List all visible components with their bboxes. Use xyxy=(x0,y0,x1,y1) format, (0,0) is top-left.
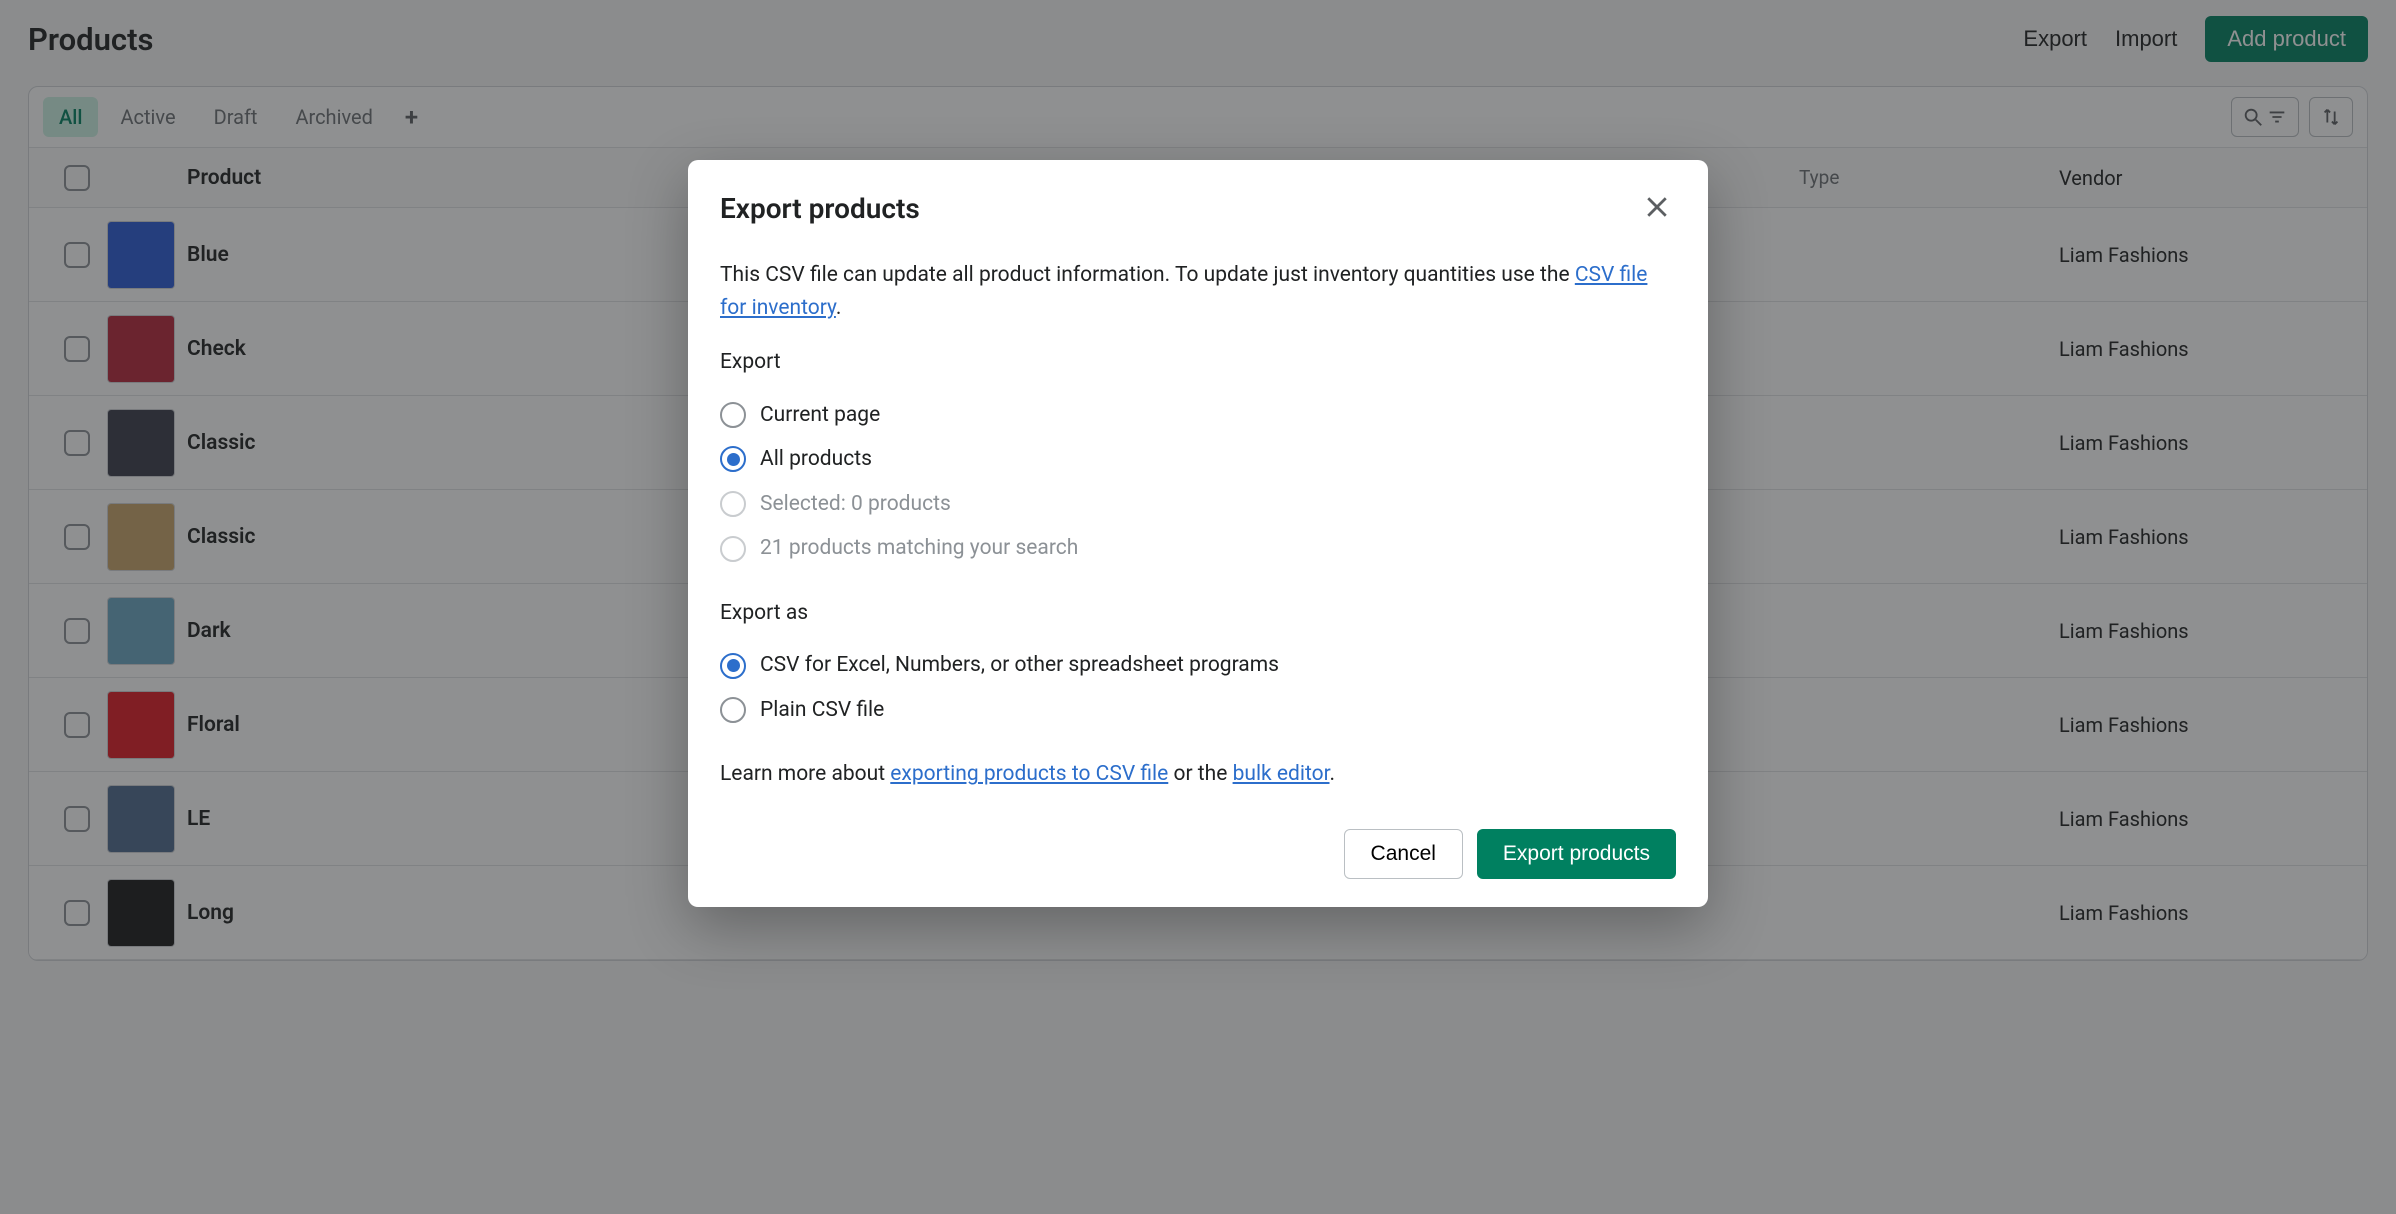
cancel-button[interactable]: Cancel xyxy=(1344,829,1463,879)
bulk-editor-link[interactable]: bulk editor xyxy=(1233,762,1330,786)
export-as-label: Export as xyxy=(720,597,1676,630)
exporting-csv-link[interactable]: exporting products to CSV file xyxy=(890,762,1168,786)
radio-label: Current page xyxy=(760,399,880,432)
export-modal: Export products This CSV file can update… xyxy=(688,160,1708,907)
modal-overlay[interactable]: Export products This CSV file can update… xyxy=(0,0,2396,1214)
radio-label: Plain CSV file xyxy=(760,694,884,727)
export-format-radios: CSV for Excel, Numbers, or other spreads… xyxy=(720,643,1676,732)
export-group-label: Export xyxy=(720,346,1676,379)
modal-close-button[interactable] xyxy=(1638,188,1676,229)
learn-more-text: Learn more about exporting products to C… xyxy=(720,758,1676,791)
radio-icon xyxy=(720,491,746,517)
radio-label: CSV for Excel, Numbers, or other spreads… xyxy=(760,649,1279,682)
radio-icon xyxy=(720,653,746,679)
radio-icon xyxy=(720,697,746,723)
modal-footer: Cancel Export products xyxy=(688,819,1708,907)
learn-text-a: Learn more about xyxy=(720,762,890,786)
modal-body: This CSV file can update all product inf… xyxy=(688,239,1708,819)
intro-text-b: . xyxy=(836,296,842,320)
learn-text-b: . xyxy=(1330,762,1336,786)
modal-header: Export products xyxy=(688,160,1708,239)
radio-all-products[interactable]: All products xyxy=(720,437,1676,482)
radio-csv-excel[interactable]: CSV for Excel, Numbers, or other spreads… xyxy=(720,643,1676,688)
modal-intro-text: This CSV file can update all product inf… xyxy=(720,259,1676,324)
modal-title: Export products xyxy=(720,192,1638,225)
radio-csv-plain[interactable]: Plain CSV file xyxy=(720,688,1676,733)
export-scope-radios: Current page All products Selected: 0 pr… xyxy=(720,393,1676,571)
radio-label: 21 products matching your search xyxy=(760,532,1078,565)
radio-icon xyxy=(720,446,746,472)
radio-icon xyxy=(720,536,746,562)
radio-icon xyxy=(720,402,746,428)
learn-text-mid: or the xyxy=(1168,762,1232,786)
export-products-button[interactable]: Export products xyxy=(1477,829,1676,879)
radio-matching-products: 21 products matching your search xyxy=(720,526,1676,571)
radio-label: Selected: 0 products xyxy=(760,488,951,521)
radio-selected-products: Selected: 0 products xyxy=(720,482,1676,527)
radio-current-page[interactable]: Current page xyxy=(720,393,1676,438)
radio-label: All products xyxy=(760,443,872,476)
intro-text-a: This CSV file can update all product inf… xyxy=(720,263,1575,287)
close-icon xyxy=(1642,192,1672,222)
